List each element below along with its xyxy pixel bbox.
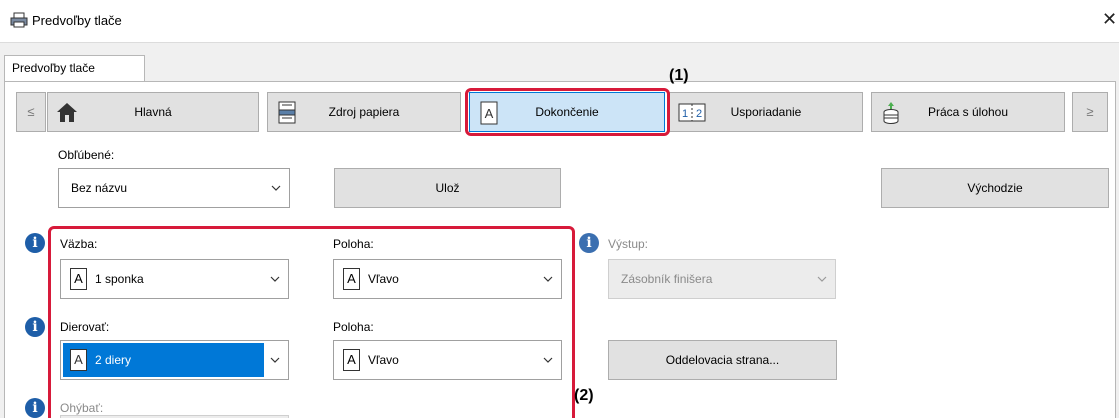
tab-print-preferences[interactable]: Predvoľby tlače <box>4 55 145 83</box>
info-icon[interactable]: i <box>25 317 45 337</box>
dialog-body: Predvoľby tlače ≤ Hlavná Zdroj papiera A… <box>0 42 1119 418</box>
tab-layout-label: Usporiadanie <box>730 105 802 119</box>
favorites-value: Bez názvu <box>71 181 128 195</box>
info-icon[interactable]: i <box>25 233 45 253</box>
close-button[interactable]: ✕ <box>1102 9 1117 30</box>
title-bar: Predvoľby tlače ✕ <box>0 0 1119 42</box>
defaults-button[interactable]: Východzie <box>881 168 1109 208</box>
output-value: Zásobník finišera <box>621 272 713 286</box>
output-select: Zásobník finišera <box>608 259 836 299</box>
info-icon[interactable]: i <box>25 398 45 418</box>
scroll-right-button[interactable]: ≥ <box>1072 92 1108 132</box>
tab-main[interactable]: Hlavná <box>47 92 259 132</box>
tab-paper-source[interactable]: Zdroj papiera <box>267 92 461 132</box>
favorites-label: Obľúbené: <box>58 148 115 162</box>
favorites-select[interactable]: Bez názvu <box>58 168 290 208</box>
chevron-down-icon <box>271 185 281 191</box>
tab-layout[interactable]: 1 2 Usporiadanie <box>669 92 863 132</box>
tab-job-handling[interactable]: Práca s úlohou <box>871 92 1065 132</box>
info-icon[interactable]: i <box>579 233 599 253</box>
scroll-left-button[interactable]: ≤ <box>16 92 46 132</box>
callout-label-2: (2) <box>574 387 594 404</box>
separator-page-button[interactable]: Oddelovacia strana... <box>608 340 837 380</box>
callout-box-2 <box>48 226 575 418</box>
tab-main-label: Hlavná <box>134 105 172 119</box>
window-title: Predvoľby tlače <box>32 13 122 28</box>
output-label: Výstup: <box>608 237 649 251</box>
tab-job-handling-label: Práca s úlohou <box>927 105 1009 119</box>
callout-label-1: (1) <box>669 67 689 84</box>
preferences-pane: ≤ Hlavná Zdroj papiera A Dokončenie 1 2 … <box>4 67 1116 418</box>
callout-box-1 <box>465 88 670 136</box>
tab-paper-source-label: Zdroj papiera <box>328 105 400 119</box>
printer-icon <box>10 12 28 28</box>
save-button[interactable]: Ulož <box>334 168 561 208</box>
tab-strip: Predvoľby tlače <box>0 43 1119 83</box>
chevron-down-icon <box>817 276 827 282</box>
